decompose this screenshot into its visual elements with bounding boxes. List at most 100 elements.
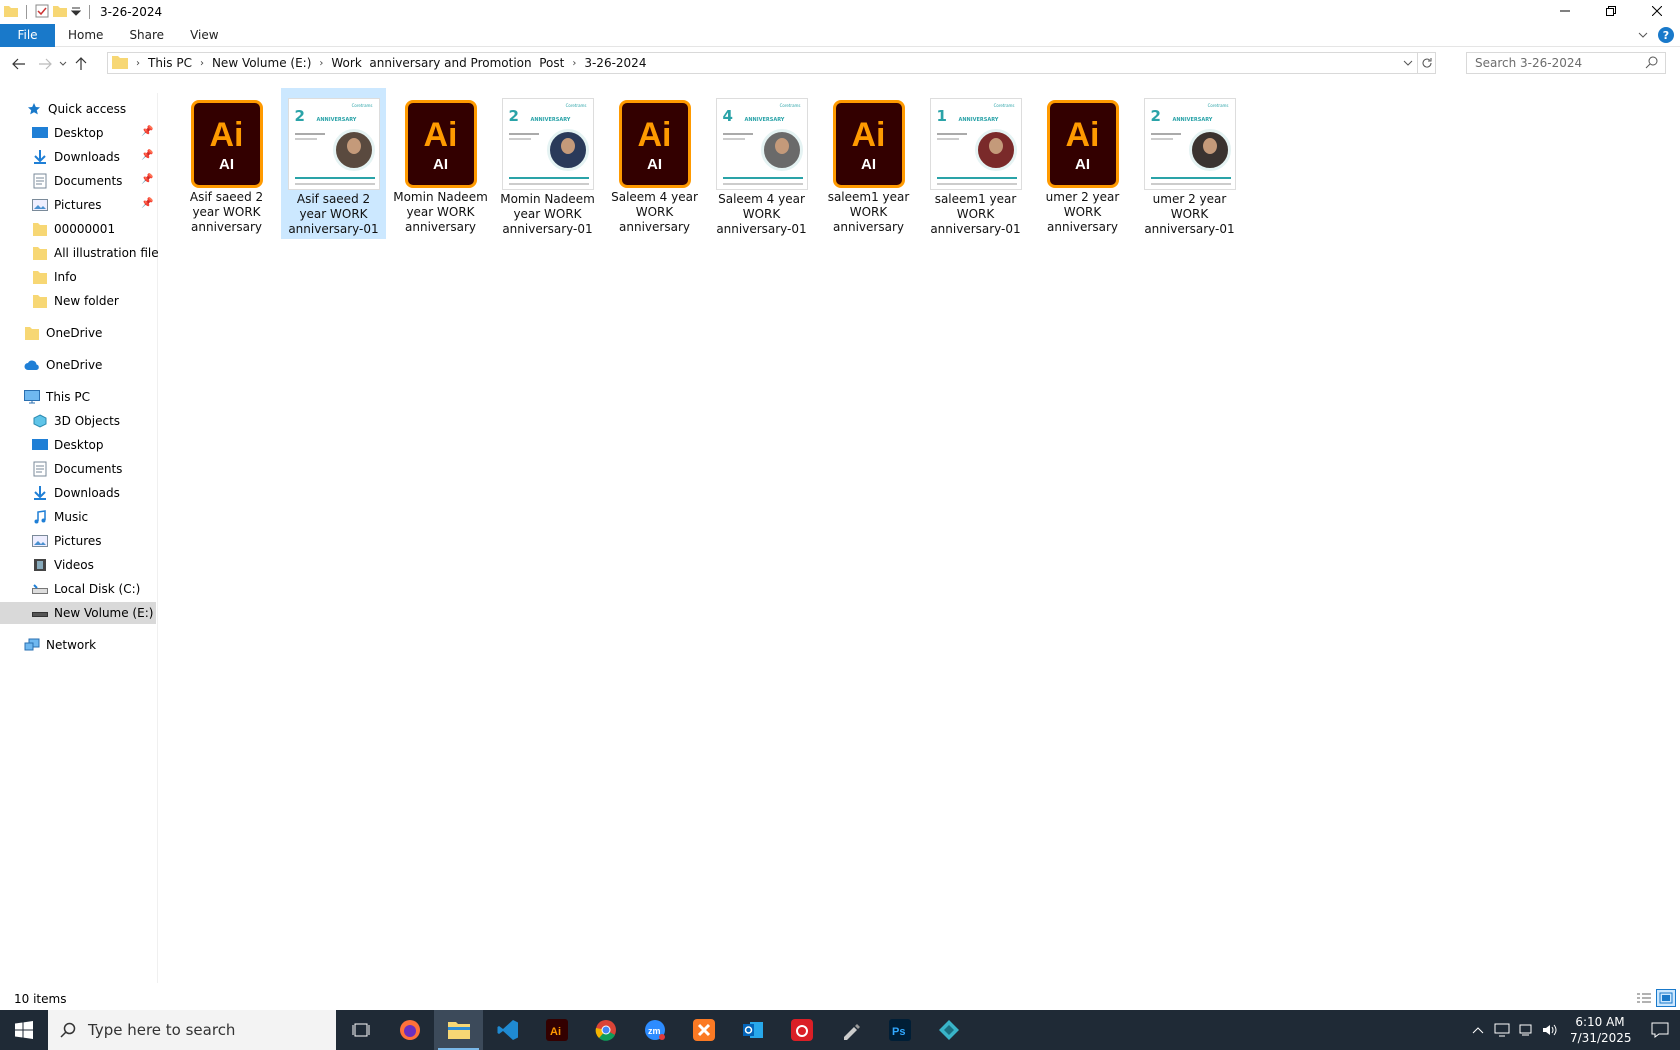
forward-button[interactable] <box>34 52 56 76</box>
notification-icon[interactable] <box>1640 1022 1680 1038</box>
file-item[interactable]: Ai AI Asif saeed 2 year WORK anniversary <box>174 88 279 239</box>
file-item[interactable]: Ai AI saleem1 year WORK anniversary <box>816 88 921 239</box>
back-button[interactable] <box>8 52 30 76</box>
pin-icon[interactable]: 📌 <box>141 126 153 137</box>
file-item[interactable]: 1 ANNIVERSARY Coretrams saleem1 year WOR… <box>923 88 1028 239</box>
recent-locations-button[interactable] <box>56 52 70 76</box>
help-icon[interactable]: ? <box>1658 27 1674 43</box>
creative-cloud-icon[interactable] <box>777 1010 826 1050</box>
sidebar-item-documents[interactable]: Documents <box>32 170 122 192</box>
avatar <box>760 129 803 171</box>
outlook-icon[interactable] <box>728 1010 777 1050</box>
firefox-icon[interactable] <box>385 1010 434 1050</box>
file-item[interactable]: Ai AI umer 2 year WORK anniversary <box>1030 88 1135 239</box>
illustrator-icon[interactable]: Ai <box>532 1010 581 1050</box>
file-item[interactable]: Ai AI Saleem 4 year WORK anniversary <box>602 88 707 239</box>
new-folder-icon[interactable] <box>53 5 67 20</box>
up-button[interactable] <box>70 52 92 76</box>
pin-icon[interactable]: 📌 <box>141 174 153 185</box>
breadcrumb-work-anniversary[interactable]: Work anniversary and Promotion Post <box>331 56 564 70</box>
xampp-icon[interactable] <box>679 1010 728 1050</box>
sidebar-item-downloads[interactable]: Downloads <box>32 146 120 168</box>
illustrator-file-icon: Ai AI <box>618 100 691 188</box>
avatar <box>1188 129 1231 171</box>
chevron-right-icon[interactable]: › <box>200 58 204 69</box>
sidebar-item-00000001[interactable]: 00000001 <box>32 218 115 240</box>
customize-dropdown-icon[interactable] <box>70 5 82 19</box>
restore-button[interactable] <box>1588 0 1634 22</box>
breadcrumb-current-folder[interactable]: 3-26-2024 <box>584 56 646 70</box>
film-icon <box>32 557 48 573</box>
search-input[interactable]: Search 3-26-2024 <box>1466 52 1666 74</box>
pen-tool-icon[interactable] <box>826 1010 875 1050</box>
close-button[interactable] <box>1634 0 1680 22</box>
sidebar-item-quick-access[interactable]: Quick access <box>26 98 126 120</box>
sidebar-item-onedrive[interactable]: OneDrive <box>24 354 102 376</box>
sidebar-item-music[interactable]: Music <box>32 506 88 528</box>
sidebar-item-pc-downloads[interactable]: Downloads <box>32 482 120 504</box>
sidebar-item-all-illustration[interactable]: All illustration file o <box>32 242 158 264</box>
breadcrumb-this-pc[interactable]: This PC <box>148 56 192 70</box>
zoom-icon[interactable]: zm <box>630 1010 679 1050</box>
chevron-up-icon[interactable] <box>1466 1026 1490 1034</box>
sidebar-item-new-volume[interactable]: New Volume (E:) <box>0 602 156 624</box>
large-icons-view-button[interactable] <box>1656 989 1676 1007</box>
tab-file[interactable]: File <box>0 23 55 47</box>
address-dropdown-icon[interactable] <box>1399 53 1417 73</box>
file-item[interactable]: 2 ANNIVERSARY Coretrams umer 2 year WORK… <box>1137 88 1242 239</box>
file-item[interactable]: 2 ANNIVERSARY Coretrams Momin Nadeem yea… <box>495 88 600 239</box>
properties-icon[interactable] <box>35 4 49 21</box>
sidebar-item-pc-documents[interactable]: Documents <box>32 458 122 480</box>
pin-icon[interactable]: 📌 <box>141 198 153 209</box>
window-title: 3-26-2024 <box>100 5 163 19</box>
tab-view[interactable]: View <box>177 24 231 47</box>
search-icon <box>60 1022 76 1038</box>
file-item[interactable]: 4 ANNIVERSARY Coretrams Saleem 4 year WO… <box>709 88 814 239</box>
start-button[interactable] <box>0 1010 48 1050</box>
photoshop-icon[interactable]: Ps <box>875 1010 924 1050</box>
search-icon[interactable] <box>1645 55 1659 72</box>
file-item[interactable]: Ai AI Momin Nadeem year WORK anniversary <box>388 88 493 239</box>
chrome-icon[interactable] <box>581 1010 630 1050</box>
drive-icon <box>32 605 48 621</box>
sidebar-item-onedrive-folder[interactable]: OneDrive <box>24 322 102 344</box>
sidebar-item-network[interactable]: Network <box>24 634 96 656</box>
monitor-icon[interactable] <box>1490 1023 1514 1037</box>
taskbar-search-input[interactable]: Type here to search <box>48 1010 336 1050</box>
refresh-icon[interactable] <box>1417 53 1435 73</box>
desktop-icon <box>32 125 48 141</box>
sidebar-item-new-folder[interactable]: New folder <box>32 290 119 312</box>
sidebar-item-info[interactable]: Info <box>32 266 77 288</box>
vscode-icon[interactable] <box>483 1010 532 1050</box>
file-explorer-icon[interactable] <box>434 1010 483 1050</box>
sidebar-item-desktop[interactable]: Desktop <box>32 122 104 144</box>
minimize-button[interactable] <box>1542 0 1588 22</box>
sidebar-item-pc-desktop[interactable]: Desktop <box>32 434 104 456</box>
sidebar-item-videos[interactable]: Videos <box>32 554 94 576</box>
network-tray-icon[interactable] <box>1514 1023 1538 1037</box>
sidebar-item-pictures[interactable]: Pictures <box>32 194 102 216</box>
task-view-button[interactable] <box>336 1010 385 1050</box>
address-bar[interactable]: › This PC › New Volume (E:) › Work anniv… <box>107 52 1436 74</box>
app-diamond-icon[interactable] <box>924 1010 973 1050</box>
file-item[interactable]: 2 ANNIVERSARY Coretrams Asif saeed 2 yea… <box>281 88 386 239</box>
music-note-icon <box>32 509 48 525</box>
tab-share[interactable]: Share <box>116 24 177 47</box>
sidebar-item-pc-pictures[interactable]: Pictures <box>32 530 102 552</box>
chevron-right-icon[interactable]: › <box>572 58 576 69</box>
sidebar-item-this-pc[interactable]: This PC <box>24 386 90 408</box>
title-bar: 3-26-2024 <box>0 0 1680 24</box>
breadcrumb-new-volume[interactable]: New Volume (E:) <box>212 56 311 70</box>
expand-ribbon-icon[interactable] <box>1638 28 1648 42</box>
sidebar-item-local-disk[interactable]: Local Disk (C:) <box>32 578 140 600</box>
tab-home[interactable]: Home <box>55 24 116 47</box>
details-view-button[interactable] <box>1634 989 1654 1007</box>
sidebar-item-3d-objects[interactable]: 3D Objects <box>32 410 120 432</box>
image-thumbnail: 1 ANNIVERSARY Coretrams <box>929 98 1022 190</box>
volume-icon[interactable] <box>1538 1023 1562 1037</box>
chevron-right-icon[interactable]: › <box>136 58 140 69</box>
chevron-right-icon[interactable]: › <box>319 58 323 69</box>
pin-icon[interactable]: 📌 <box>141 150 153 161</box>
clock[interactable]: 6:10 AM 7/31/2025 <box>1570 1014 1632 1046</box>
system-tray: 6:10 AM 7/31/2025 <box>1466 1010 1680 1050</box>
